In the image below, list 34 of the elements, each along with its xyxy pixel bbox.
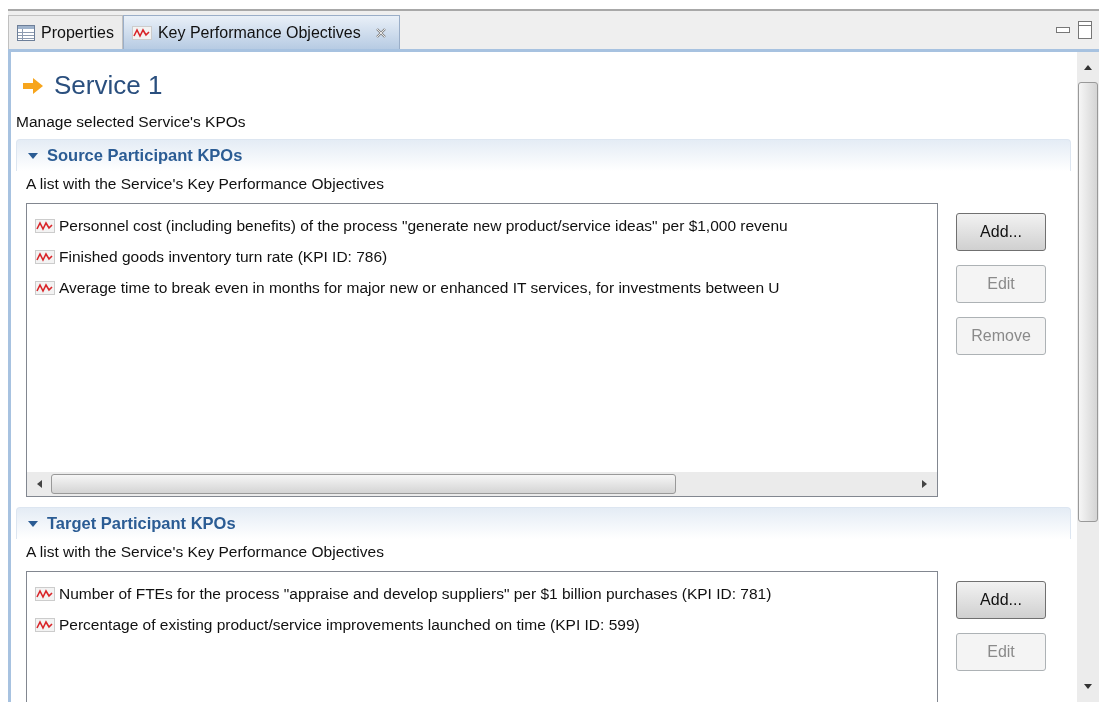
kpo-list[interactable] <box>26 203 938 497</box>
caret-down-icon <box>27 518 39 529</box>
kpo-list[interactable]: Number of FTEs for the process "appraise and develop suppliers" per $1 billion purchases (KPI ID: 781) Percentage of existing product/service improvements launched on time (KPI ID: 599) <box>26 571 938 702</box>
section-header[interactable]: Target Participant KPOs <box>16 507 1071 539</box>
chart-line-icon <box>35 280 55 295</box>
scroll-right-icon[interactable] <box>919 478 929 490</box>
minimize-icon[interactable] <box>1055 25 1071 35</box>
table-icon <box>17 24 35 41</box>
scroll-left-icon[interactable] <box>35 478 45 490</box>
chart-line-icon <box>35 218 55 233</box>
kpo-list-item[interactable]: Personnel cost (including benefits) of the process "generate new product/service ideas" per $1,000 revenu <box>35 210 929 241</box>
close-icon[interactable] <box>374 26 387 39</box>
kpo-list-item[interactable]: Number of FTEs for the process "appraise and develop suppliers" per $1 billion purchases (KPI ID: 781) <box>35 578 929 609</box>
caret-down-icon <box>27 150 39 161</box>
kpo-list-item[interactable]: Average time to break even in months for major new or enhanced IT services, for investments between U <box>35 272 929 303</box>
kpo-list-item[interactable]: Finished goods inventory turn rate (KPI ID: 786) <box>35 241 929 272</box>
arrow-right-icon <box>22 76 44 95</box>
page-subtitle: Manage selected Service's KPOs <box>16 113 247 131</box>
chart-line-icon <box>131 25 152 40</box>
section-header[interactable]: Source Participant KPOs <box>16 139 1071 171</box>
chart-line-icon <box>35 249 55 264</box>
maximize-icon[interactable] <box>1077 20 1093 40</box>
chart-line-icon <box>35 586 55 601</box>
section-description: A list with the Service's Key Performance Objectives <box>25 542 385 562</box>
vertical-scrollbar[interactable] <box>1077 52 1099 702</box>
list-action-button[interactable]: Add... <box>956 581 1046 619</box>
list-action-button[interactable]: Add... <box>956 213 1046 251</box>
section-description: A list with the Service's Key Performance Objectives <box>25 174 385 194</box>
page-title: Service 1 <box>54 70 163 101</box>
chart-line-icon <box>35 617 55 632</box>
horizontal-scrollbar[interactable] <box>27 472 937 496</box>
kpo-list-item[interactable]: Percentage of existing product/service improvements launched on time (KPI ID: 599) <box>35 609 929 640</box>
view-tab[interactable]: Key Performance Objectives <box>122 15 400 49</box>
view-tab[interactable]: Properties <box>8 15 123 49</box>
